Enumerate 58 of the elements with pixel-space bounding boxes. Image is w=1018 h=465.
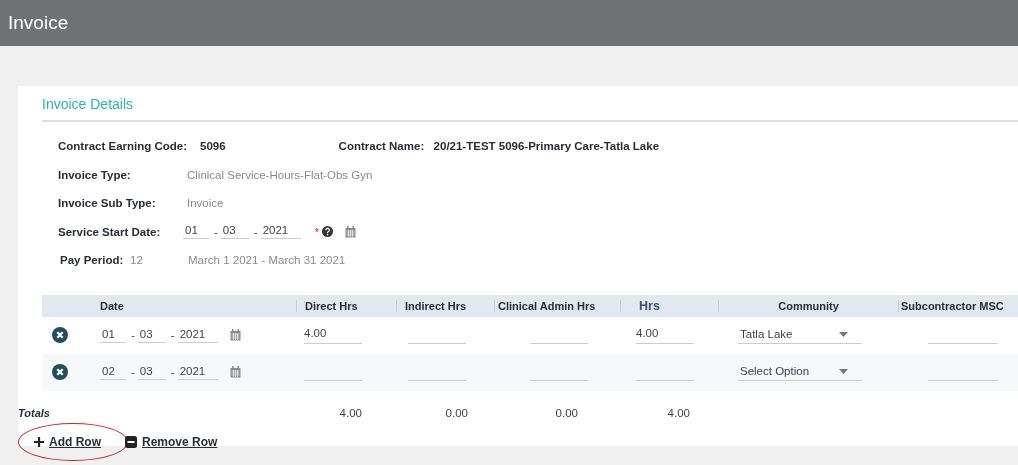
calendar-icon[interactable] <box>229 329 241 341</box>
column-header: Community <box>778 299 839 312</box>
date-range: March 1 2021 - March 31 2021 <box>188 254 346 267</box>
column-header: Subcontractor MSC <box>901 299 1004 312</box>
calendar-icon[interactable] <box>229 366 241 378</box>
date-separator: - <box>130 329 136 341</box>
year-field[interactable]: 2021 <box>177 327 218 343</box>
column-header: Direct Hrs <box>305 299 358 312</box>
field-label: Invoice Sub Type: <box>58 197 157 210</box>
remove-icon[interactable] <box>52 364 68 380</box>
column-header: Indirect Hrs <box>405 299 467 312</box>
date-separator: - <box>169 329 176 341</box>
column-header: Clinical Admin Hrs <box>498 299 596 312</box>
totals-label: Totals <box>18 406 50 419</box>
hours-field[interactable]: 4.00 <box>636 326 694 344</box>
field-label: Contract Earning Code: <box>58 140 189 153</box>
field-value: 12 <box>130 254 144 267</box>
plus-icon[interactable] <box>34 436 44 447</box>
total-value: 4.00 <box>339 406 362 419</box>
minus-square-icon[interactable] <box>125 435 137 448</box>
column-header: Hrs <box>639 298 660 313</box>
field-value: Clinical Service-Hours-Flat-Obs Gyn <box>187 168 373 181</box>
column-header: Date <box>100 299 124 312</box>
month-field[interactable]: 03 <box>137 364 166 380</box>
year-field[interactable]: 2021 <box>177 364 218 380</box>
date-separator: - <box>213 225 219 238</box>
field-value: 20/21-TEST 5096-Primary Care-Tatla Lake <box>433 140 660 153</box>
hours-field[interactable]: 4.00 <box>304 326 362 344</box>
date-separator: - <box>169 366 176 378</box>
date-separator: - <box>252 225 259 238</box>
community-dropdown[interactable]: Select Option <box>738 363 862 381</box>
field-label: Pay Period: <box>59 254 125 267</box>
field-label: Contract Name: <box>338 140 426 153</box>
date-separator: - <box>130 366 136 378</box>
field-label: Service Start Date: <box>58 225 162 238</box>
day-field[interactable]: 01 <box>183 224 209 240</box>
day-field[interactable]: 02 <box>100 364 126 380</box>
total-value: 0.00 <box>445 406 468 419</box>
required-mark: * <box>314 225 319 238</box>
field-value: Invoice <box>187 197 224 210</box>
page-title: Invoice <box>8 12 69 34</box>
field-value: 5096 <box>200 140 226 153</box>
remove-row-link[interactable]: Remove Row <box>123 430 220 453</box>
month-field[interactable]: 03 <box>220 224 249 240</box>
help-icon[interactable] <box>321 226 333 238</box>
month-field[interactable]: 03 <box>137 327 166 343</box>
day-field[interactable]: 01 <box>100 327 126 343</box>
dropdown-arrow-icon[interactable] <box>839 368 848 374</box>
community-dropdown[interactable]: Tatla Lake <box>738 326 862 344</box>
dropdown-arrow-icon[interactable] <box>839 331 848 337</box>
calendar-icon[interactable] <box>344 225 356 238</box>
year-field[interactable]: 2021 <box>260 224 301 240</box>
remove-icon[interactable] <box>52 327 68 343</box>
total-value: 0.00 <box>555 406 578 419</box>
total-value: 4.00 <box>667 406 690 419</box>
add-row-link[interactable]: Add Row <box>32 430 103 453</box>
section-title: Invoice Details <box>42 96 1018 122</box>
field-label: Invoice Type: <box>58 168 132 181</box>
